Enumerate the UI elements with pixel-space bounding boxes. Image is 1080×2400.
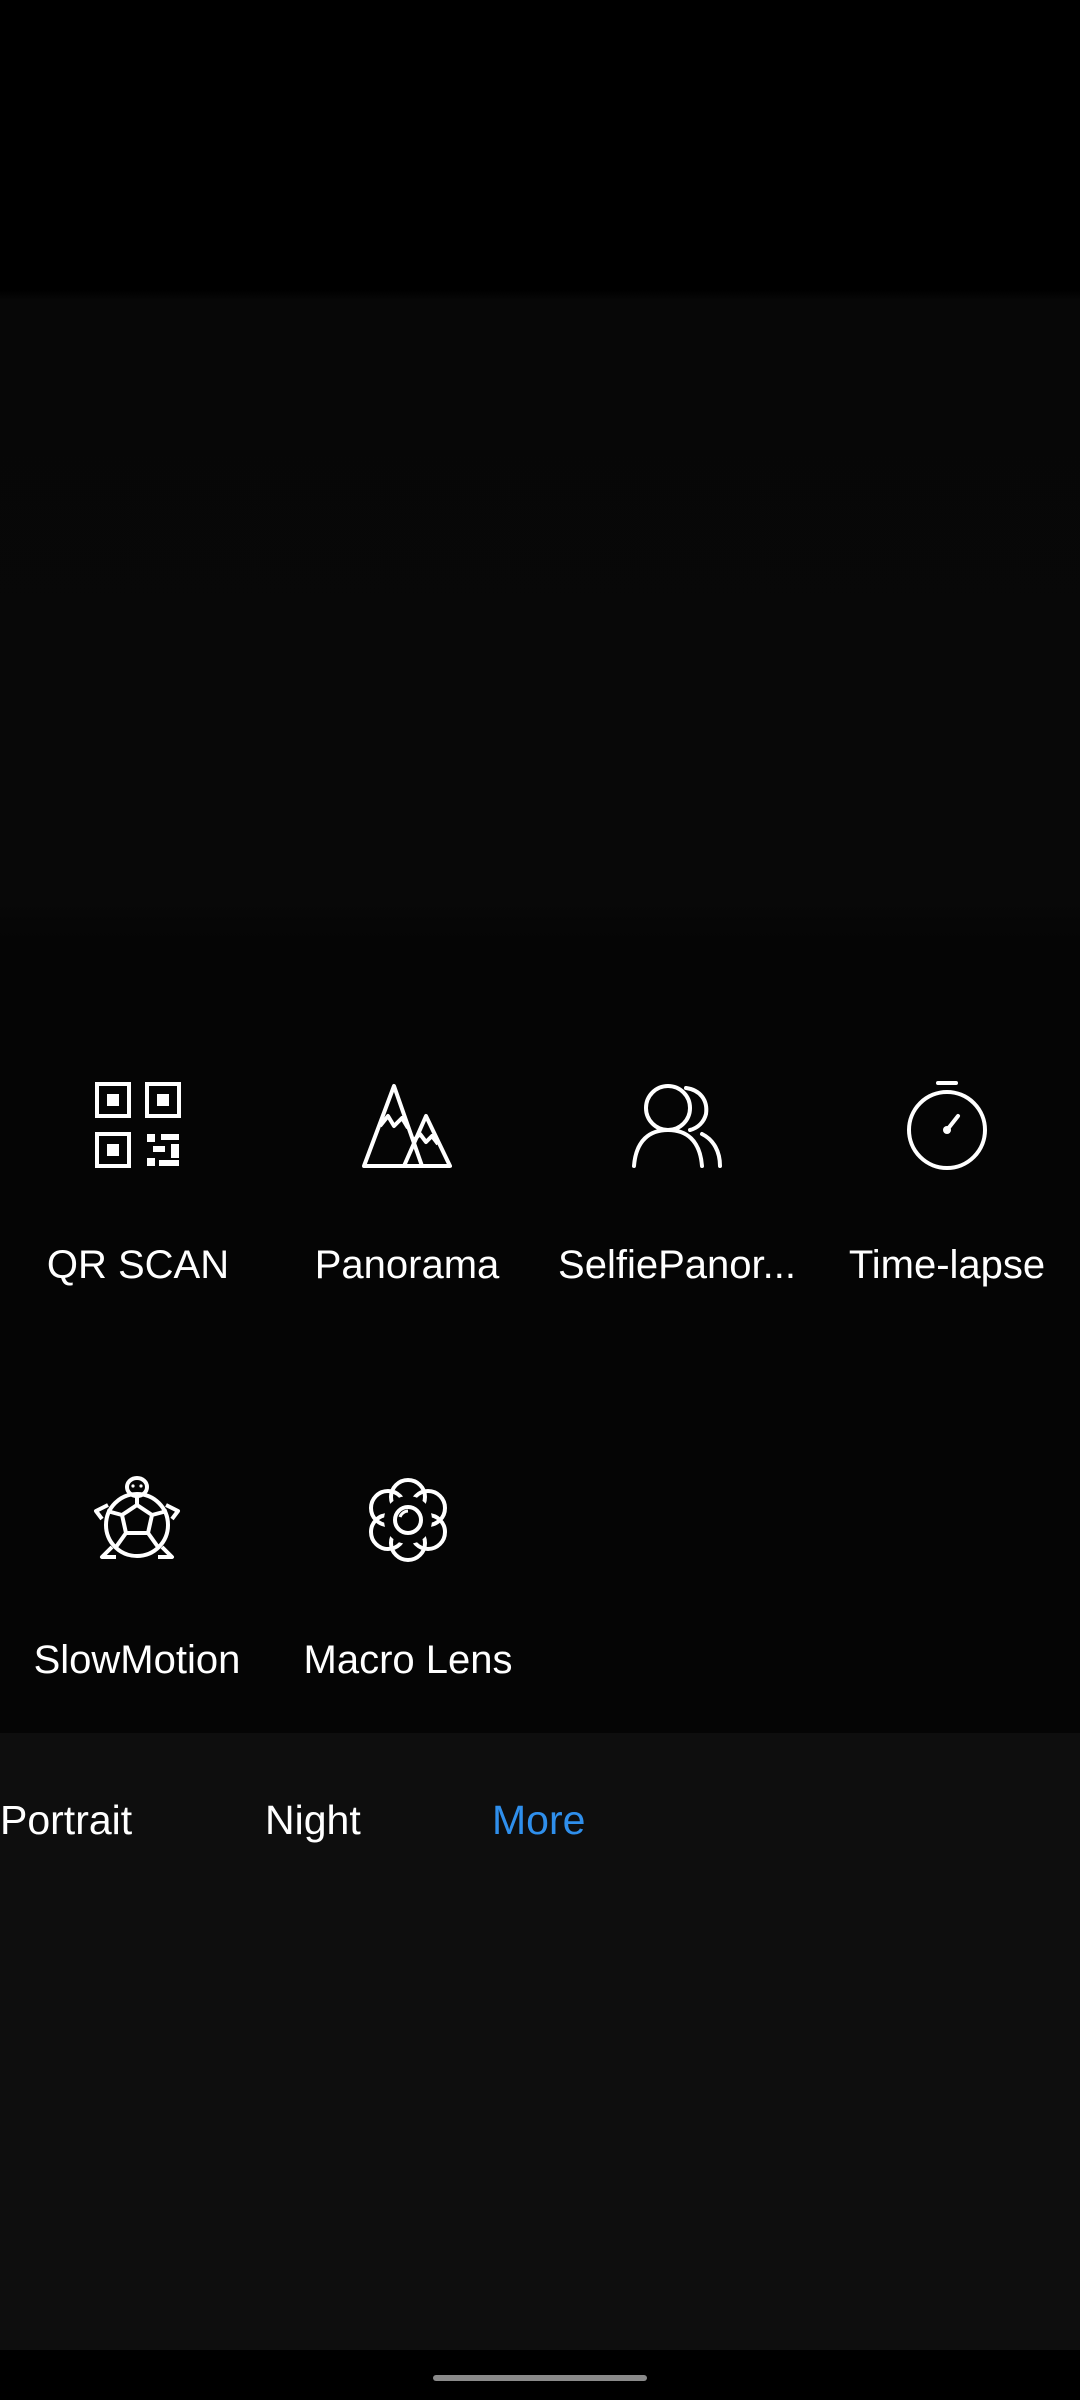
- camera-screen: QR SCAN Panorama SelfiePanor... Time-lap…: [0, 0, 1080, 2400]
- mode-slow-motion[interactable]: SlowMotion: [2, 1435, 272, 1695]
- mode-label: Time-lapse: [848, 1243, 1046, 1287]
- people-icon: [632, 1080, 722, 1170]
- tab-portrait[interactable]: Portrait: [0, 1795, 132, 1845]
- mode-panorama[interactable]: Panorama: [272, 1040, 542, 1300]
- qr-code-icon: [93, 1080, 183, 1170]
- mode-qr-scan[interactable]: QR SCAN: [3, 1040, 273, 1300]
- stopwatch-icon: [902, 1080, 992, 1170]
- mode-label: SelfiePanor...: [558, 1243, 796, 1287]
- mode-tab-bar: Portrait Night More: [0, 1733, 1080, 2350]
- flower-icon: [363, 1475, 453, 1565]
- mode-time-lapse[interactable]: Time-lapse: [812, 1040, 1080, 1300]
- turtle-icon: [92, 1475, 182, 1565]
- mode-label: QR SCAN: [46, 1243, 230, 1287]
- tab-more[interactable]: More: [492, 1795, 585, 1845]
- mountain-icon: [362, 1080, 452, 1170]
- mode-label: SlowMotion: [33, 1638, 241, 1682]
- mode-label: Panorama: [314, 1243, 500, 1287]
- mode-selfie-panorama[interactable]: SelfiePanor...: [542, 1040, 812, 1300]
- home-indicator[interactable]: [433, 2375, 647, 2381]
- more-modes-grid: QR SCAN Panorama SelfiePanor... Time-lap…: [0, 1040, 1080, 1740]
- mode-macro-lens[interactable]: Macro Lens: [273, 1435, 543, 1695]
- tab-night[interactable]: Night: [265, 1795, 361, 1845]
- mode-label: Macro Lens: [303, 1638, 513, 1682]
